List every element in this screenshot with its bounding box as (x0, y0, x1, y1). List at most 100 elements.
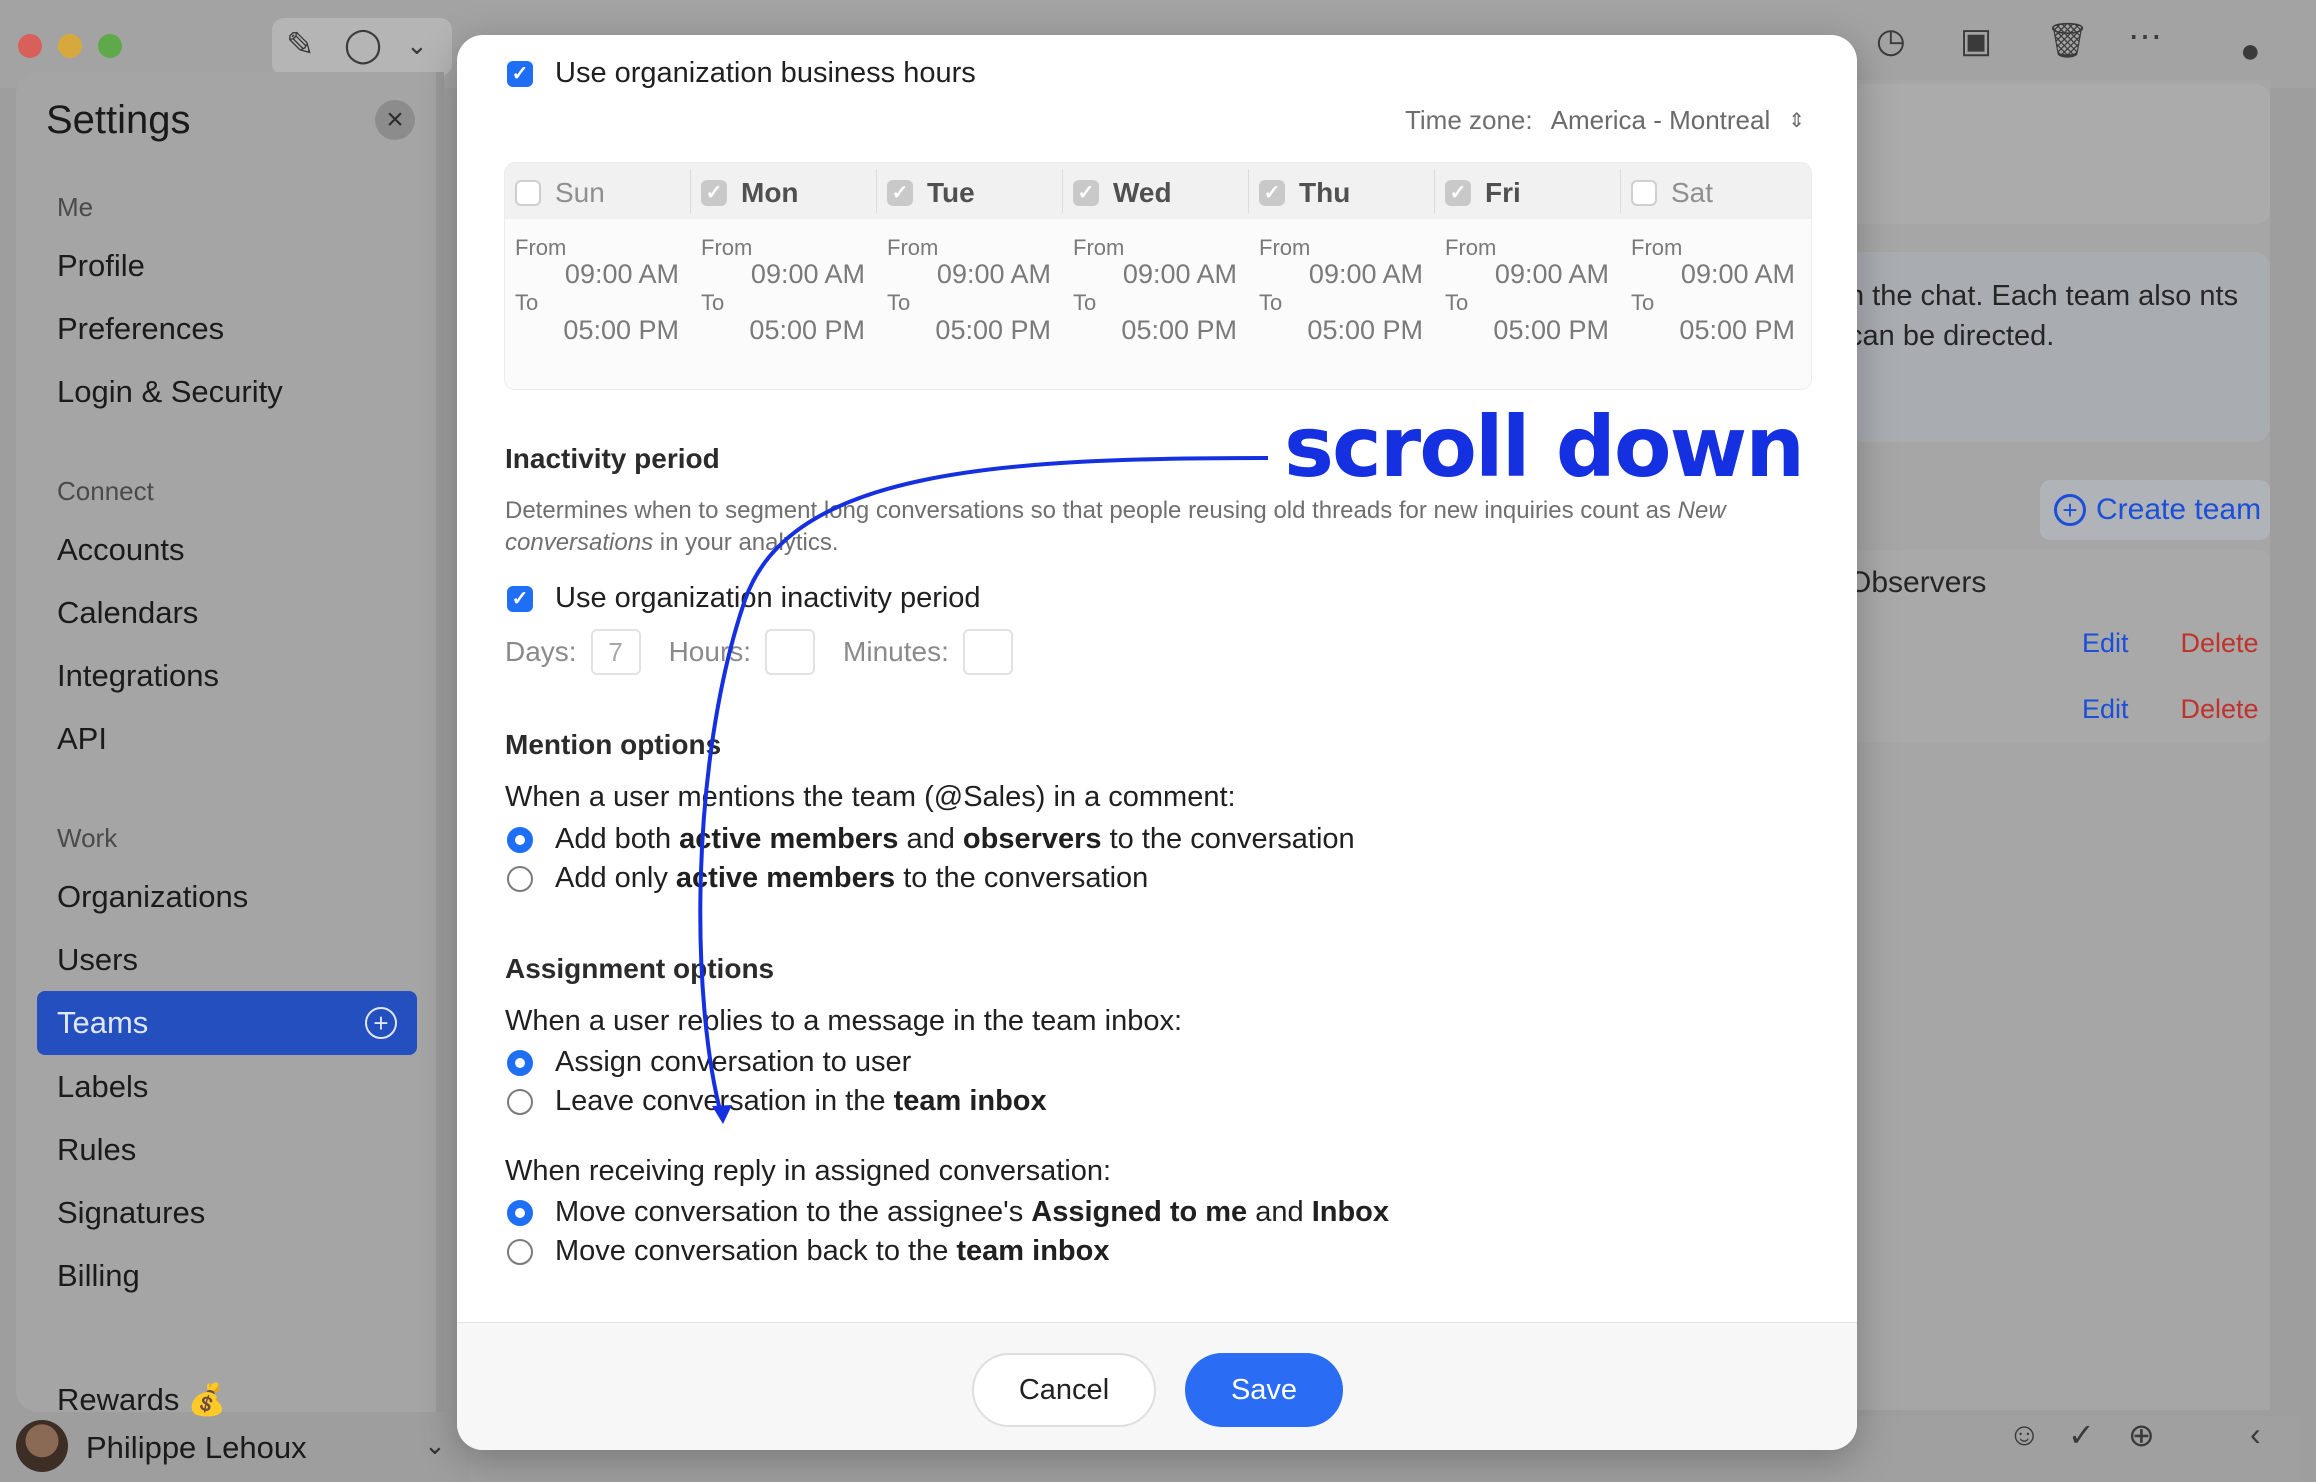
sidebar-item-labels[interactable]: Labels (57, 1069, 148, 1105)
business-hours-checkbox[interactable]: ✓ (507, 60, 533, 87)
day-toggle-sat[interactable]: Sat (1631, 177, 1713, 209)
to-time[interactable]: 05:00 PM (1493, 315, 1609, 346)
sidebar-item-organizations[interactable]: Organizations (57, 879, 248, 915)
from-time[interactable]: 09:00 AM (565, 259, 679, 290)
sidebar-item-calendars[interactable]: Calendars (57, 595, 198, 631)
check-circle-icon[interactable]: ✓ (2068, 1416, 2095, 1454)
archive-icon[interactable]: ▣ (1960, 24, 1992, 58)
assigned-option-move[interactable]: Move conversation to the assignee's Assi… (507, 1196, 1389, 1229)
emoji-icon[interactable]: ☺ (2008, 1416, 2041, 1453)
radio-selected[interactable] (507, 1199, 533, 1226)
save-button[interactable]: Save (1185, 1353, 1343, 1427)
zoom-window-button[interactable] (98, 34, 122, 58)
assigned-reply-prompt: When receiving reply in assigned convers… (505, 1155, 1112, 1187)
to-time[interactable]: 05:00 PM (935, 315, 1051, 346)
minimize-window-button[interactable] (58, 34, 82, 58)
inactivity-option[interactable]: ✓ Use organization inactivity period (507, 582, 981, 615)
sidebar-item-profile[interactable]: Profile (57, 248, 145, 284)
chevron-down-icon[interactable]: ⌄ (406, 32, 428, 58)
chevron-left-icon[interactable]: ‹ (2250, 1416, 2261, 1453)
mention-prompt: When a user mentions the team (@Sales) i… (505, 781, 1236, 813)
mention-option-both[interactable]: Add both active members and observers to… (507, 823, 1355, 856)
day-name: Sat (1671, 177, 1714, 208)
day-name: Fri (1485, 177, 1521, 208)
sidebar-item-accounts[interactable]: Accounts (57, 532, 185, 568)
day-checkbox[interactable]: ✓ (887, 180, 913, 206)
from-label: From (1445, 235, 1497, 260)
day-checkbox[interactable]: ✓ (701, 180, 727, 206)
from-time[interactable]: 09:00 AM (1309, 259, 1423, 290)
settings-title: Settings (46, 98, 191, 142)
from-time[interactable]: 09:00 AM (751, 259, 865, 290)
user-switcher[interactable]: Philippe Lehoux ⌄ (16, 1412, 476, 1482)
from-time[interactable]: 09:00 AM (1495, 259, 1609, 290)
radio-unselected[interactable] (507, 1238, 533, 1265)
day-toggle-sun[interactable]: Sun (515, 177, 605, 209)
from-label: From (701, 235, 753, 260)
day-checkbox[interactable]: ✓ (1259, 180, 1285, 206)
day-checkbox[interactable]: ✓ (1445, 180, 1471, 206)
day-toggle-fri[interactable]: ✓ Fri (1445, 177, 1521, 209)
to-time[interactable]: 05:00 PM (1121, 315, 1237, 346)
edit-link[interactable]: Edit (2082, 628, 2129, 658)
sidebar-item-preferences[interactable]: Preferences (57, 311, 224, 347)
modal-footer: Cancel Save (457, 1322, 1857, 1450)
trash-icon[interactable]: 🗑 (2046, 24, 2089, 58)
sidebar-item-rules[interactable]: Rules (57, 1132, 136, 1168)
sidebar-item-teams[interactable]: Teams + (37, 991, 417, 1055)
day-checkbox[interactable] (515, 180, 541, 206)
section-label-me: Me (57, 192, 94, 222)
to-time[interactable]: 05:00 PM (563, 315, 679, 346)
minutes-input[interactable] (962, 629, 1013, 675)
business-hours-option[interactable]: ✓ Use organization business hours (507, 57, 976, 90)
assignment-prompt: When a user replies to a message in the … (505, 1005, 1183, 1037)
close-icon[interactable]: × (375, 100, 415, 140)
radio-unselected[interactable] (507, 1088, 533, 1115)
from-label: From (1259, 235, 1311, 260)
create-team-button[interactable]: + Create team (2040, 480, 2270, 540)
timezone-select[interactable]: Time zone: America - Montreal ⇕ (1405, 105, 1805, 136)
day-checkbox[interactable] (1631, 180, 1657, 206)
day-toggle-tue[interactable]: ✓ Tue (887, 177, 975, 209)
sidebar-item-users[interactable]: Users (57, 942, 138, 978)
add-circle-icon[interactable]: ⊕ (2128, 1416, 2155, 1454)
section-label-work: Work (57, 823, 118, 853)
day-checkbox[interactable]: ✓ (1073, 180, 1099, 206)
assignment-option-assign[interactable]: Assign conversation to user (507, 1046, 911, 1079)
to-time[interactable]: 05:00 PM (1679, 315, 1795, 346)
sidebar-item-signatures[interactable]: Signatures (57, 1195, 205, 1231)
day-toggle-mon[interactable]: ✓ Mon (701, 177, 799, 209)
pencil-icon[interactable]: ✎ (286, 28, 315, 62)
days-input[interactable]: 7 (590, 629, 641, 675)
sidebar-item-integrations[interactable]: Integrations (57, 658, 219, 694)
from-time[interactable]: 09:00 AM (1681, 259, 1795, 290)
profile-icon[interactable]: ● (2240, 34, 2261, 68)
day-toggle-wed[interactable]: ✓ Wed (1073, 177, 1172, 209)
delete-link[interactable]: Delete (2181, 628, 2259, 658)
from-time[interactable]: 09:00 AM (937, 259, 1051, 290)
assigned-option-back[interactable]: Move conversation back to the team inbox (507, 1235, 1109, 1268)
inactivity-checkbox[interactable]: ✓ (507, 585, 533, 612)
edit-link[interactable]: Edit (2082, 694, 2129, 724)
mention-option-active[interactable]: Add only active members to the conversat… (507, 862, 1148, 895)
radio-selected[interactable] (507, 1049, 533, 1076)
radio-unselected[interactable] (507, 865, 533, 892)
sidebar-item-api[interactable]: API (57, 721, 107, 757)
day-toggle-thu[interactable]: ✓ Thu (1259, 177, 1350, 209)
sidebar-item-billing[interactable]: Billing (57, 1258, 140, 1294)
delete-link[interactable]: Delete (2181, 694, 2259, 724)
sidebar-item-login-security[interactable]: Login & Security (57, 374, 283, 410)
add-team-icon[interactable]: + (365, 1007, 397, 1039)
more-icon[interactable]: ⋯ (2128, 20, 2162, 54)
to-time[interactable]: 05:00 PM (749, 315, 865, 346)
hours-input[interactable] (765, 629, 816, 675)
cancel-button[interactable]: Cancel (972, 1353, 1156, 1427)
chat-bubble-icon[interactable]: ◯ (344, 28, 382, 62)
close-window-button[interactable] (18, 34, 42, 58)
scroll-down-annotation: scroll down (1284, 398, 1805, 496)
to-time[interactable]: 05:00 PM (1307, 315, 1423, 346)
assignment-option-leave[interactable]: Leave conversation in the team inbox (507, 1085, 1047, 1118)
from-time[interactable]: 09:00 AM (1123, 259, 1237, 290)
clock-icon[interactable]: ◷ (1876, 24, 1906, 58)
radio-selected[interactable] (507, 826, 533, 853)
